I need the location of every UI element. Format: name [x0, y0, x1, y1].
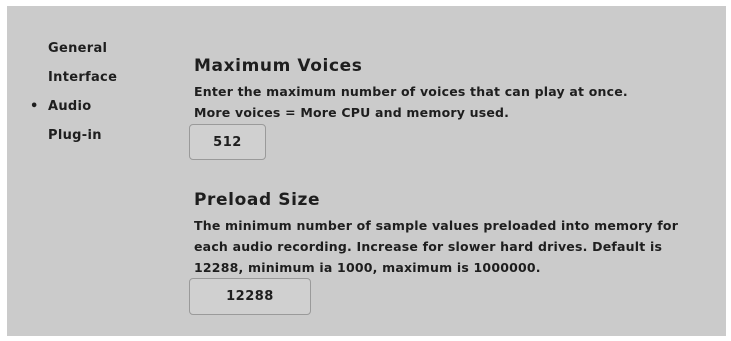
preload-desc-line: each audio recording. Increase for slowe… — [194, 239, 663, 254]
preload-size-description: The minimum number of sample values prel… — [194, 215, 678, 278]
sidebar-item-label: Plug-in — [48, 128, 102, 143]
active-bullet-icon: • — [30, 99, 39, 114]
sidebar-item-audio[interactable]: • Audio — [30, 99, 92, 114]
max-voices-desc-line: Enter the maximum number of voices that … — [194, 84, 628, 99]
preferences-panel: General Interface • Audio Plug-in Maximu… — [7, 6, 726, 336]
max-voices-description: Enter the maximum number of voices that … — [194, 81, 628, 123]
sidebar-item-interface[interactable]: Interface — [48, 70, 117, 85]
sidebar-item-label: Audio — [48, 99, 92, 114]
preload-desc-line: The minimum number of sample values prel… — [194, 218, 679, 233]
sidebar-item-plug-in[interactable]: Plug-in — [48, 128, 102, 143]
max-voices-title: Maximum Voices — [194, 56, 363, 76]
preload-size-input[interactable] — [189, 278, 311, 315]
sidebar-item-label: Interface — [48, 70, 118, 85]
preload-desc-line: 12288, minimum ia 1000, maximum is 10000… — [194, 260, 541, 275]
sidebar-item-general[interactable]: General — [48, 41, 107, 56]
max-voices-input[interactable] — [189, 124, 266, 160]
preload-size-title: Preload Size — [194, 190, 321, 210]
sidebar-item-label: General — [48, 41, 108, 56]
max-voices-desc-line: More voices = More CPU and memory used. — [194, 105, 510, 120]
